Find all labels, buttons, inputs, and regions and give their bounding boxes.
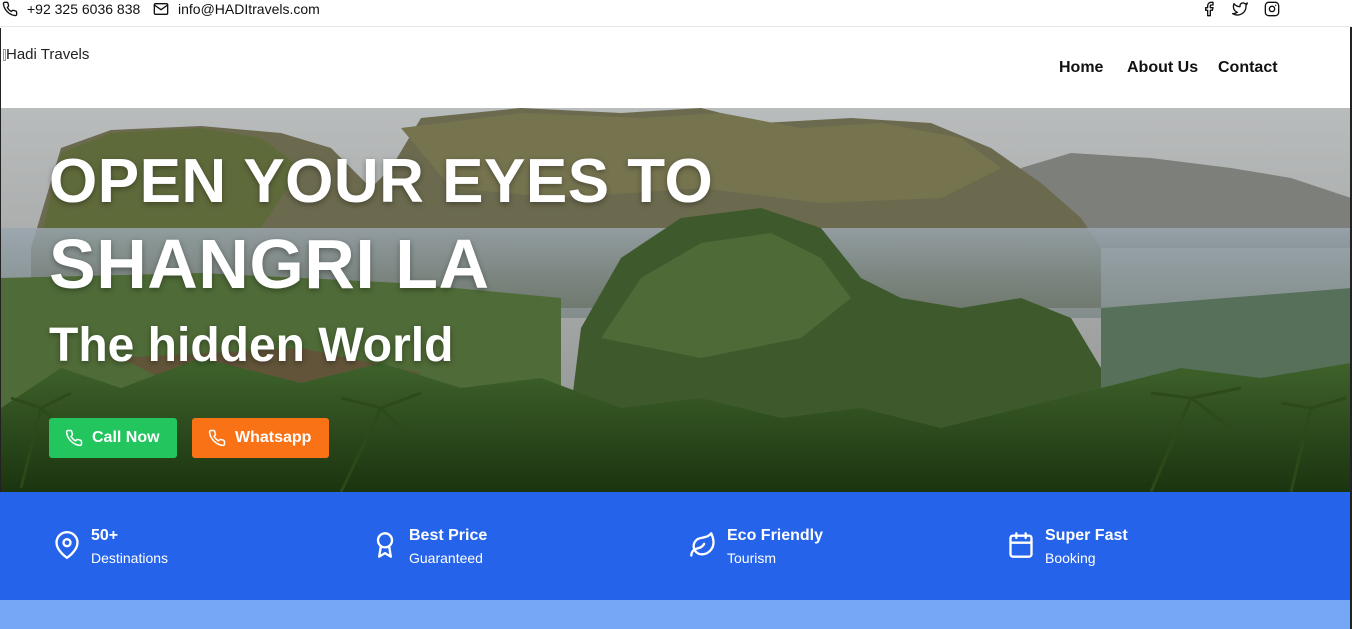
feature-title: Eco Friendly	[727, 527, 824, 544]
site-logo[interactable]: Hadi Travels	[3, 46, 89, 63]
feature-eco-friendly: Eco Friendly Tourism	[689, 526, 823, 568]
features-band: 50+ Destinations Best Price Guaranteed E…	[0, 492, 1350, 600]
feature-title: Super Fast	[1045, 527, 1128, 544]
feature-super-fast: Super Fast Booking	[1007, 526, 1128, 568]
phone-icon	[65, 429, 83, 447]
instagram-icon	[1264, 1, 1280, 16]
topbar-phone[interactable]: +92 325 6036 838	[2, 0, 140, 17]
whatsapp-button[interactable]: Whatsapp	[192, 418, 329, 458]
facebook-link[interactable]	[1201, 0, 1217, 17]
nav-contact[interactable]: Contact	[1218, 59, 1278, 77]
mail-icon	[153, 2, 169, 15]
next-section-band	[0, 600, 1350, 629]
twitter-link[interactable]	[1232, 0, 1248, 17]
feature-subtitle: Guaranteed	[409, 550, 483, 566]
facebook-icon	[1205, 1, 1214, 16]
hero-subtitle: The hidden World	[49, 319, 454, 372]
map-pin-icon	[55, 531, 79, 559]
feature-destinations: 50+ Destinations	[53, 526, 168, 568]
feature-subtitle: Destinations	[91, 550, 169, 566]
topbar-email-text: info@HADItravels.com	[178, 0, 320, 17]
call-now-button[interactable]: Call Now	[49, 418, 177, 458]
top-contact-bar: +92 325 6036 838 info@HADItravels.com	[0, 0, 1352, 27]
nav-about-us[interactable]: About Us	[1127, 59, 1198, 77]
site-header: Hadi Travels Home About Us Contact	[0, 28, 1352, 108]
topbar-email[interactable]: info@HADItravels.com	[153, 0, 320, 17]
leaf-icon	[690, 532, 715, 557]
feature-title: Best Price	[409, 527, 488, 544]
hero-title-line2: SHANGRI LA	[49, 225, 490, 303]
topbar-phone-text: +92 325 6036 838	[27, 0, 141, 17]
hero-title-line1: OPEN YOUR EYES TO	[49, 147, 714, 216]
whatsapp-label: Whatsapp	[235, 429, 312, 446]
feature-subtitle: Booking	[1045, 550, 1096, 566]
phone-icon	[208, 429, 226, 447]
call-now-label: Call Now	[92, 429, 160, 446]
phone-icon	[2, 1, 18, 16]
hero-section: OPEN YOUR EYES TO SHANGRI LA The hidden …	[0, 108, 1350, 492]
nav-home[interactable]: Home	[1059, 59, 1103, 77]
twitter-icon	[1232, 1, 1248, 16]
award-icon	[376, 532, 394, 558]
feature-title: 50+	[91, 527, 119, 544]
instagram-link[interactable]	[1264, 0, 1280, 17]
feature-subtitle: Tourism	[727, 550, 777, 566]
feature-best-price: Best Price Guaranteed	[371, 526, 487, 568]
logo-alt-text: Hadi Travels	[6, 46, 90, 63]
calendar-icon	[1009, 532, 1033, 558]
